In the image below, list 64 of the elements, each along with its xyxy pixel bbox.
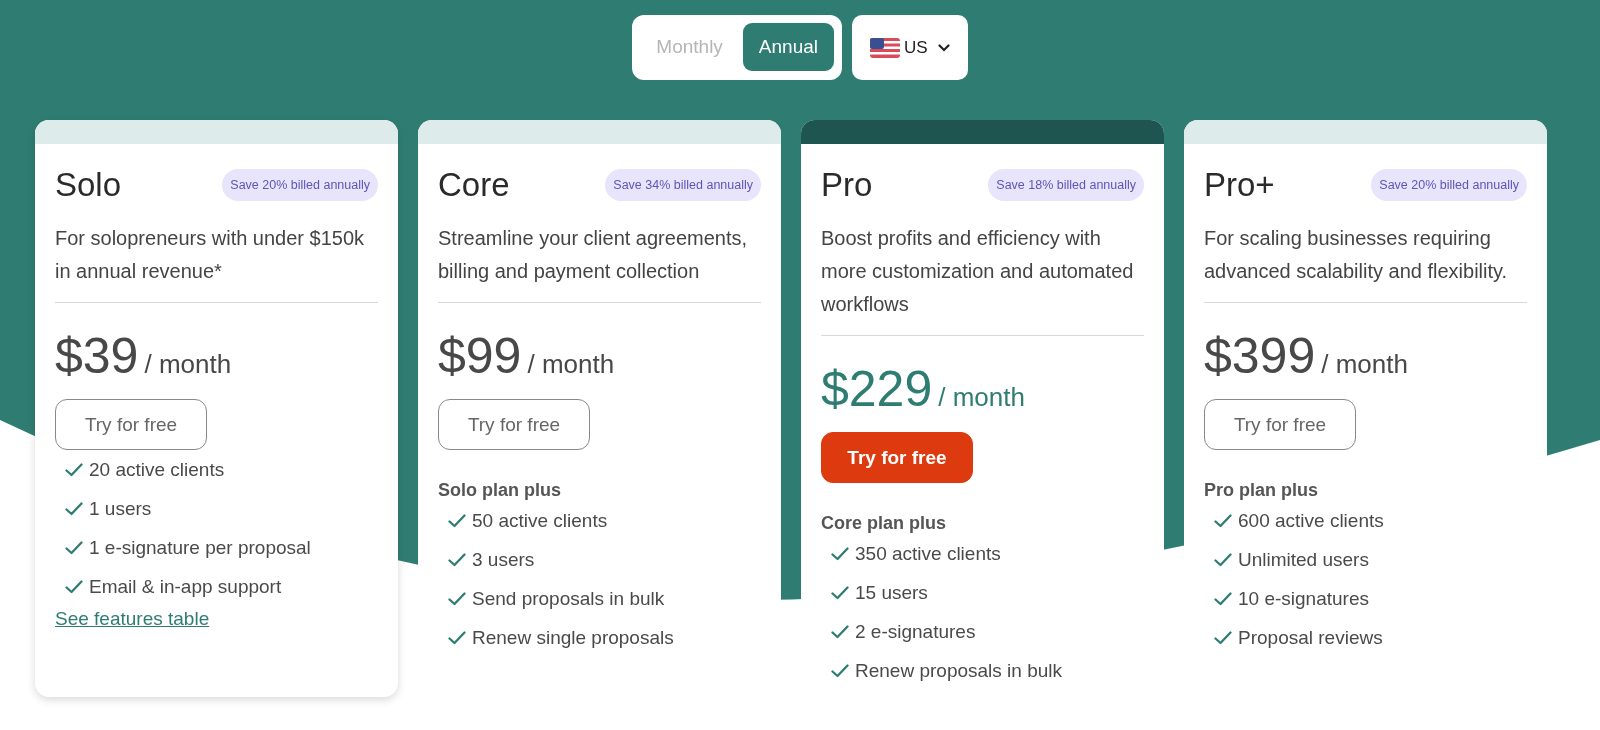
plan-price: $229 bbox=[821, 360, 933, 418]
feature-text: Unlimited users bbox=[1238, 548, 1369, 571]
feature-text: 600 active clients bbox=[1238, 509, 1384, 532]
region-selector[interactable]: US bbox=[852, 15, 968, 80]
plan-price: $39 bbox=[55, 327, 139, 385]
feature-text: Proposal reviews bbox=[1238, 626, 1383, 649]
check-icon bbox=[448, 630, 466, 645]
feature-text: Send proposals in bulk bbox=[472, 587, 665, 610]
plan-name: Pro+ bbox=[1204, 166, 1275, 204]
price-period: / month bbox=[938, 382, 1025, 413]
plan-description: For solopreneurs with under $150k in annual revenue* bbox=[55, 226, 366, 284]
feature-text: 10 e-signatures bbox=[1238, 587, 1369, 610]
plan-includes-heading: Solo plan plus bbox=[438, 480, 562, 501]
try-free-button[interactable]: Try for free bbox=[438, 399, 590, 450]
feature-text: 2 e-signatures bbox=[855, 620, 976, 643]
try-free-button[interactable]: Try for free bbox=[1204, 399, 1356, 450]
feature-text: Renew single proposals bbox=[472, 626, 674, 649]
check-icon bbox=[65, 579, 83, 594]
plan-name: Core bbox=[438, 166, 510, 204]
discount-badge: Save 34% billed annually bbox=[605, 169, 761, 201]
billing-option[interactable]: Annual bbox=[742, 23, 835, 71]
check-icon bbox=[831, 546, 849, 561]
plan-description: Boost profits and efficiency with more customization and automated workflows bbox=[821, 226, 1135, 317]
check-icon bbox=[831, 624, 849, 639]
feature-text: 50 active clients bbox=[472, 509, 608, 532]
feature-text: Renew proposals in bulk bbox=[855, 659, 1062, 682]
price-period: / month bbox=[527, 349, 615, 380]
check-icon bbox=[65, 501, 83, 516]
price-period: / month bbox=[1321, 349, 1408, 380]
check-icon bbox=[831, 663, 849, 678]
plan-price: $399 bbox=[1204, 327, 1316, 385]
discount-badge: Save 20% billed annually bbox=[222, 169, 378, 201]
features-table-link[interactable]: See features table bbox=[55, 608, 210, 630]
check-icon bbox=[1214, 552, 1232, 567]
price-period: / month bbox=[144, 349, 232, 380]
plan-name: Pro bbox=[821, 166, 873, 204]
plan-includes-heading: Pro plan plus bbox=[1204, 480, 1319, 501]
plan-description: For scaling businesses requiring advanced scalability and flexibility. bbox=[1204, 226, 1509, 284]
feature-text: 20 active clients bbox=[89, 458, 225, 481]
chevron-down-icon bbox=[937, 43, 950, 52]
check-icon bbox=[831, 585, 849, 600]
plan-name: Solo bbox=[55, 166, 122, 204]
flag-icon bbox=[870, 37, 901, 58]
try-free-button[interactable]: Try for free bbox=[55, 399, 207, 450]
plan-price: $99 bbox=[438, 327, 522, 385]
feature-text: Email & in-app support bbox=[89, 575, 282, 598]
feature-text: 3 users bbox=[472, 548, 535, 571]
feature-text: 15 users bbox=[855, 581, 928, 604]
check-icon bbox=[1214, 591, 1232, 606]
try-free-button[interactable]: Try for free bbox=[821, 432, 973, 483]
plan-description: Streamline your client agreements, billing and payment collection bbox=[438, 226, 749, 284]
feature-text: 1 users bbox=[89, 497, 152, 520]
check-icon bbox=[448, 591, 466, 606]
feature-text: 1 e-signature per proposal bbox=[89, 536, 311, 559]
check-icon bbox=[448, 513, 466, 528]
check-icon bbox=[65, 462, 83, 477]
check-icon bbox=[65, 540, 83, 555]
discount-badge: Save 20% billed annually bbox=[1371, 169, 1527, 201]
plan-includes-heading: Core plan plus bbox=[821, 513, 947, 534]
check-icon bbox=[1214, 513, 1232, 528]
check-icon bbox=[1214, 630, 1232, 645]
check-icon bbox=[448, 552, 466, 567]
discount-badge: Save 18% billed annually bbox=[988, 169, 1144, 201]
feature-text: 350 active clients bbox=[855, 542, 1001, 565]
